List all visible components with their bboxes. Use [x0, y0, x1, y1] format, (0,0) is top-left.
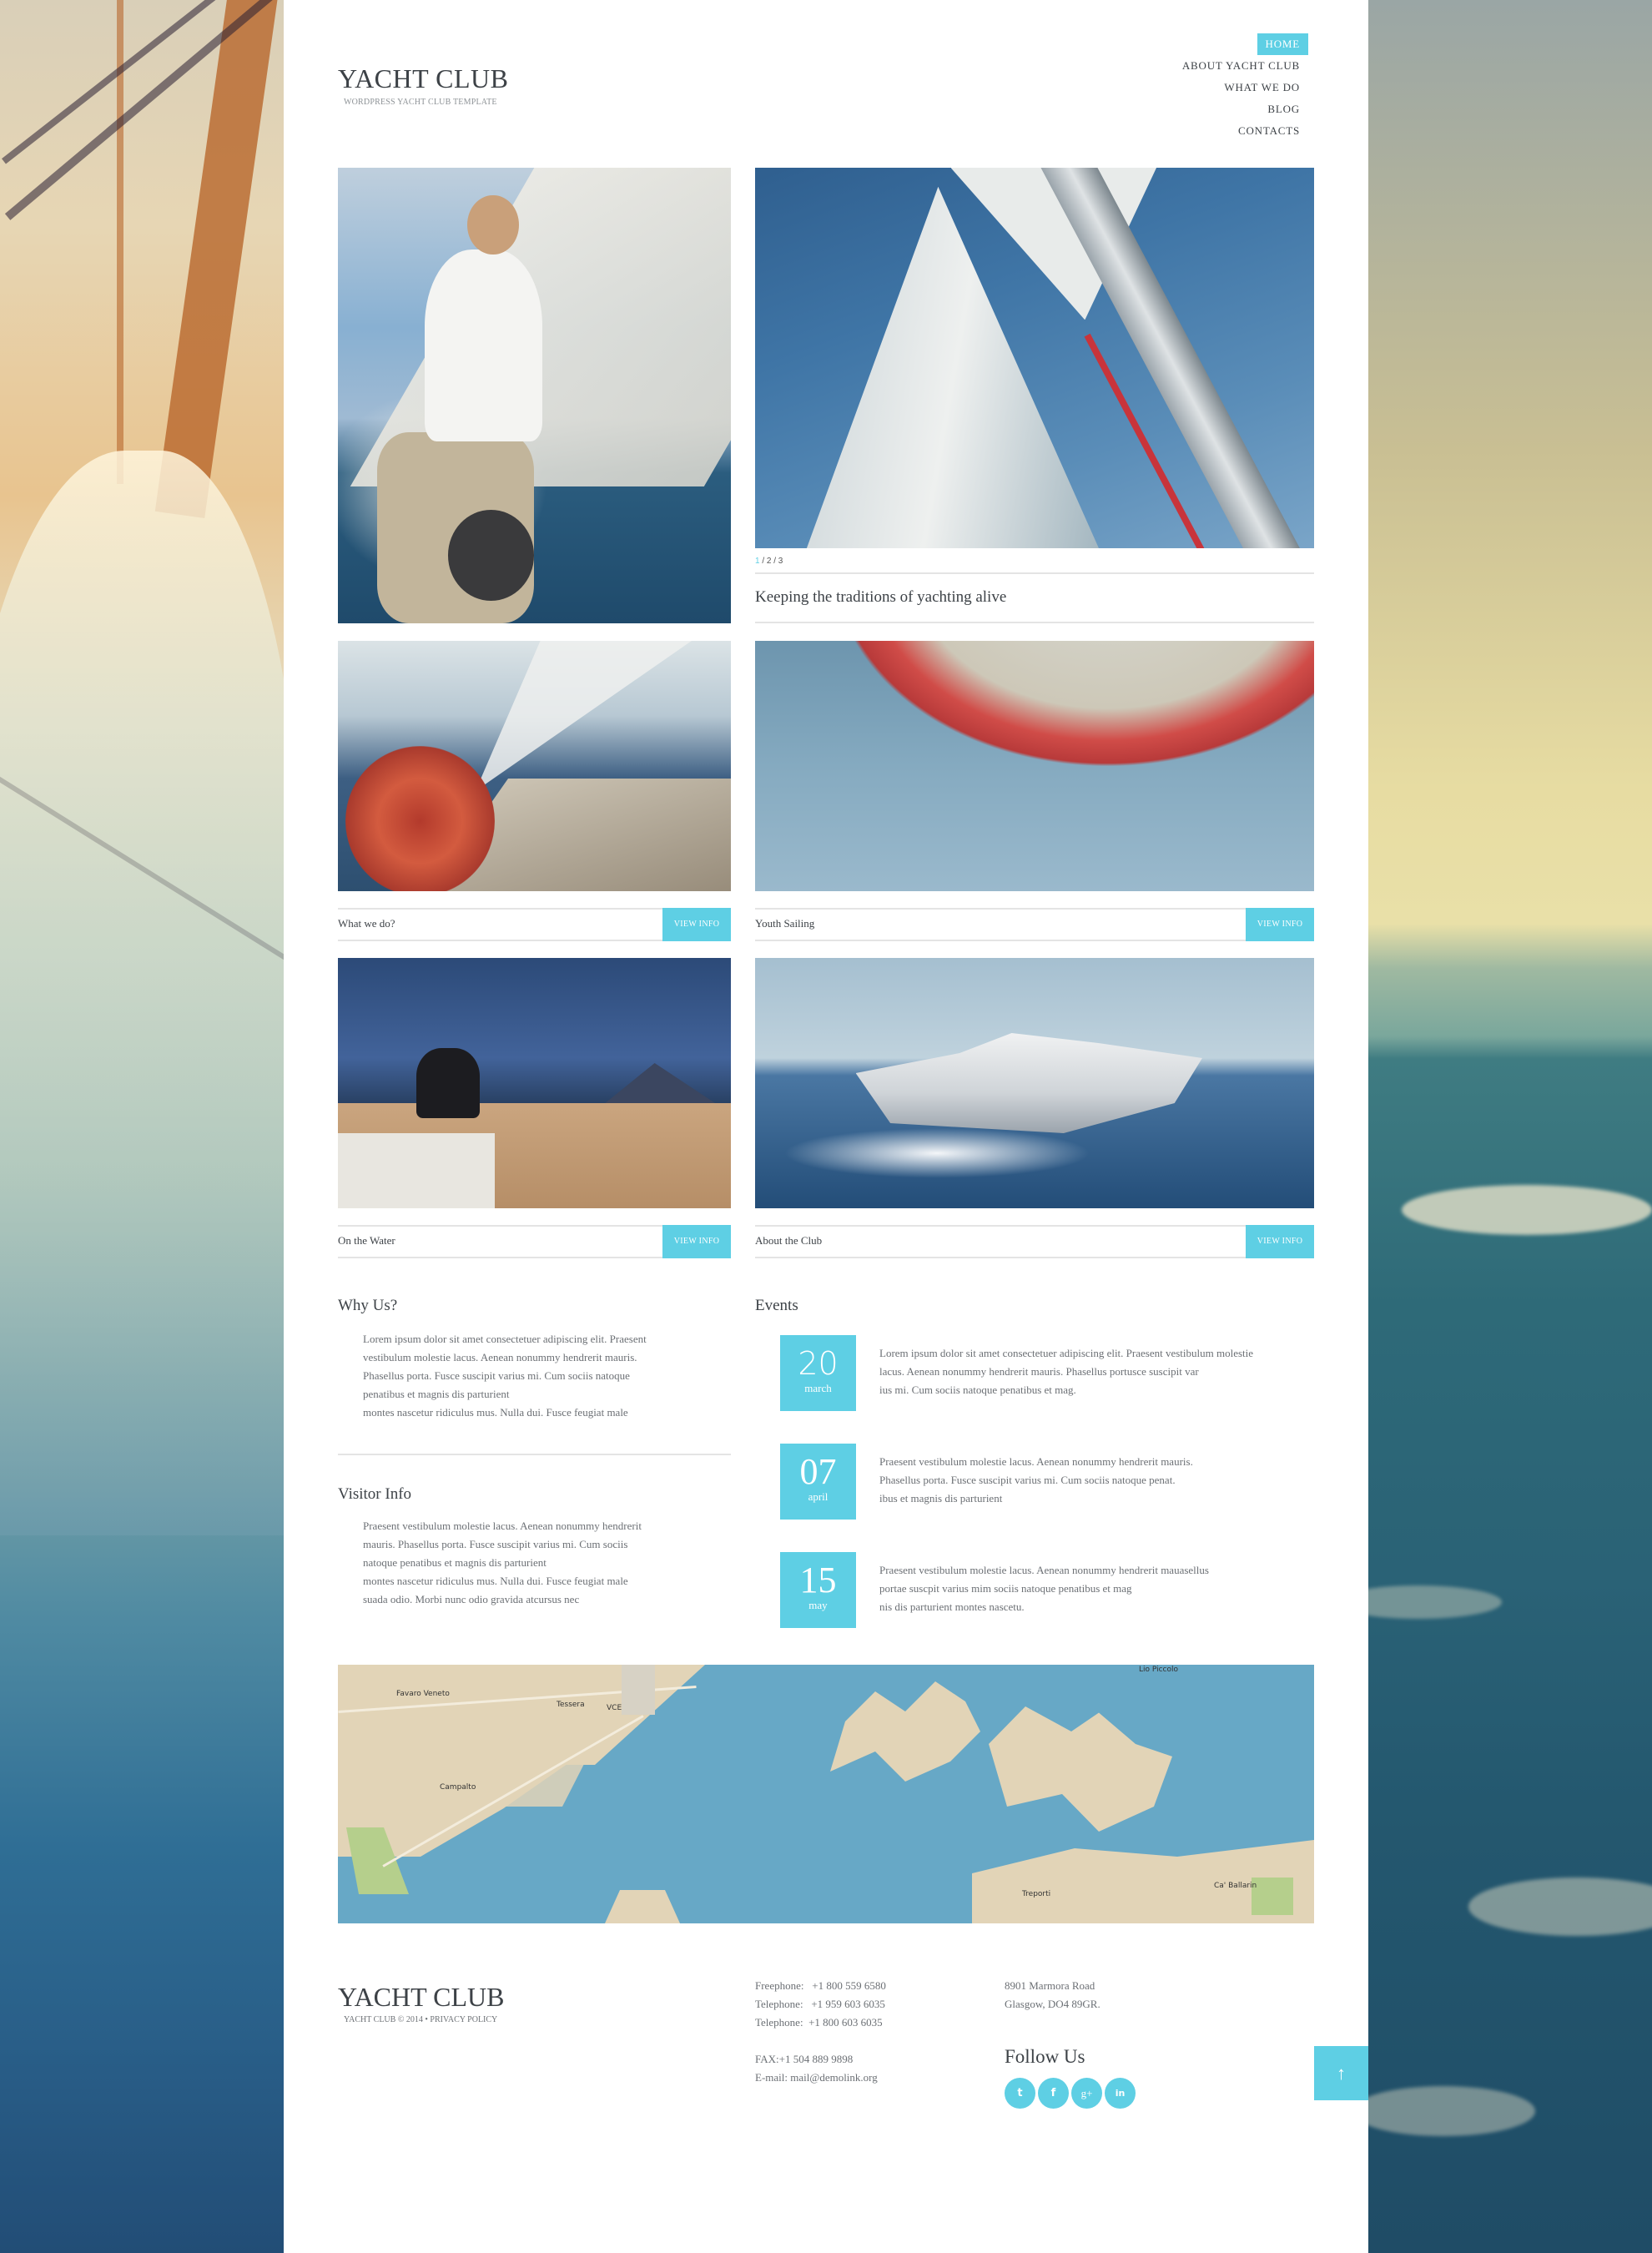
photo-spinnaker — [755, 641, 1314, 891]
logo-title: YACHT CLUB — [338, 63, 509, 93]
map-label: Lio Piccolo — [1139, 1666, 1179, 1674]
event-text: Praesent vestibulum molestie lacus. Aene… — [879, 1455, 1193, 1505]
footer-logo[interactable]: YACHT CLUB YACHT CLUB © 2014 • PRIVACY P… — [338, 1983, 504, 2024]
map-label: Favaro Veneto — [396, 1690, 450, 1698]
photo-winch-rope — [338, 641, 731, 891]
address-line: Glasgow, DO4 89GR. — [1005, 1998, 1100, 2010]
photo-motor-yacht — [755, 958, 1314, 1208]
view-info-button[interactable]: VIEW INFO — [662, 908, 731, 941]
visitor-info-title: Visitor Info — [338, 1485, 412, 1503]
email-link[interactable]: E-mail: mail@demolink.org — [755, 2069, 886, 2087]
address-line: 8901 Marmora Road — [1005, 1979, 1095, 1992]
site-logo[interactable]: YACHT CLUB WORDPRESS YACHT CLUB TEMPLATE — [338, 65, 508, 107]
tile-label: What we do? — [338, 917, 395, 930]
event-text: Lorem ipsum dolor sit amet consectetuer … — [879, 1347, 1254, 1396]
map-label: Campalto — [440, 1783, 476, 1792]
view-info-button[interactable]: VIEW INFO — [1246, 1225, 1314, 1258]
telephone: Telephone: +1 959 603 6035 — [755, 1998, 885, 2010]
tile-about-the-club: About the Club VIEW INFO — [755, 1225, 1314, 1258]
slider-caption: Keeping the traditions of yachting alive — [755, 588, 1007, 606]
photo-on-the-water — [338, 958, 731, 1208]
event-month: march — [804, 1382, 832, 1394]
visitor-info-text: Praesent vestibulum molestie lacus. Aene… — [363, 1520, 642, 1605]
linkedin-icon[interactable]: in — [1105, 2078, 1136, 2109]
scroll-to-top-button[interactable]: ↑ — [1314, 2046, 1368, 2100]
fax: FAX:+1 504 889 9898 — [755, 2053, 854, 2065]
event-month: may — [808, 1599, 828, 1611]
slider-image[interactable] — [755, 168, 1314, 548]
telephone: Telephone: +1 800 603 6035 — [755, 2016, 883, 2029]
divider — [755, 622, 1314, 623]
why-us-text: Lorem ipsum dolor sit amet consectetuer … — [363, 1333, 647, 1419]
tile-youth-sailing: Youth Sailing VIEW INFO — [755, 908, 1314, 941]
page-content: YACHT CLUB WORDPRESS YACHT CLUB TEMPLATE… — [284, 0, 1368, 2253]
event-day: 07 — [799, 1451, 837, 1492]
nav-about-yacht-club[interactable]: ABOUT YACHT CLUB — [1174, 55, 1308, 77]
footer-address: 8901 Marmora Road Glasgow, DO4 89GR. — [1005, 1977, 1100, 2014]
divider — [338, 1454, 731, 1455]
event-date-badge: 15 may — [780, 1552, 856, 1628]
divider — [755, 572, 1314, 574]
map-label: Tessera — [557, 1701, 585, 1709]
twitter-icon[interactable]: t — [1005, 2078, 1035, 2109]
event-month: april — [808, 1490, 829, 1503]
footer-logo-title: YACHT CLUB — [338, 1982, 505, 2012]
event-text: Praesent vestibulum molestie lacus. Aene… — [879, 1564, 1209, 1613]
tile-label: Youth Sailing — [755, 917, 815, 930]
main-nav: HOME ABOUT YACHT CLUB WHAT WE DO BLOG CO… — [1174, 33, 1308, 142]
location-map[interactable]: Favaro Veneto Tessera VCE Campalto Lio P… — [338, 1665, 1314, 1923]
why-us-title: Why Us? — [338, 1297, 398, 1314]
nav-contacts[interactable]: CONTACTS — [1230, 120, 1308, 142]
footer-copyright[interactable]: YACHT CLUB © 2014 • PRIVACY POLICY — [344, 2015, 504, 2024]
map-label: Treporti — [1022, 1890, 1051, 1898]
background-photo-right — [1368, 0, 1652, 2253]
tile-label: On the Water — [338, 1234, 395, 1247]
follow-us-title: Follow Us — [1005, 2046, 1085, 2067]
photo-woman-sailing — [338, 168, 731, 623]
nav-what-we-do[interactable]: WHAT WE DO — [1216, 77, 1308, 98]
tile-label: About the Club — [755, 1234, 823, 1247]
nav-home[interactable]: HOME — [1257, 33, 1308, 55]
google-plus-icon[interactable]: g+ — [1071, 2078, 1102, 2109]
event-day: 15 — [799, 1560, 837, 1600]
events-title: Events — [755, 1297, 798, 1314]
footer-contacts: Freephone: +1 800 559 6580 Telephone: +1… — [755, 1977, 886, 2087]
freephone: Freephone: +1 800 559 6580 — [755, 1979, 886, 1992]
background-photo-left — [0, 0, 284, 2253]
event-date-badge: 20 march — [780, 1335, 856, 1411]
slider-page-others[interactable]: / 2 / 3 — [760, 557, 783, 566]
facebook-icon[interactable]: f — [1038, 2078, 1069, 2109]
logo-subtitle: WORDPRESS YACHT CLUB TEMPLATE — [344, 98, 497, 107]
slider-pager[interactable]: 1 / 2 / 3 — [755, 557, 783, 566]
tile-what-we-do: What we do? VIEW INFO — [338, 908, 731, 941]
event-day: 20 — [798, 1345, 839, 1382]
event-date-badge: 07 april — [780, 1444, 856, 1520]
nav-blog[interactable]: BLOG — [1259, 98, 1308, 120]
view-info-button[interactable]: VIEW INFO — [662, 1225, 731, 1258]
tile-on-the-water: On the Water VIEW INFO — [338, 1225, 731, 1258]
map-label: Ca' Ballarin — [1214, 1882, 1257, 1890]
map-label: VCE — [607, 1704, 622, 1712]
view-info-button[interactable]: VIEW INFO — [1246, 908, 1314, 941]
